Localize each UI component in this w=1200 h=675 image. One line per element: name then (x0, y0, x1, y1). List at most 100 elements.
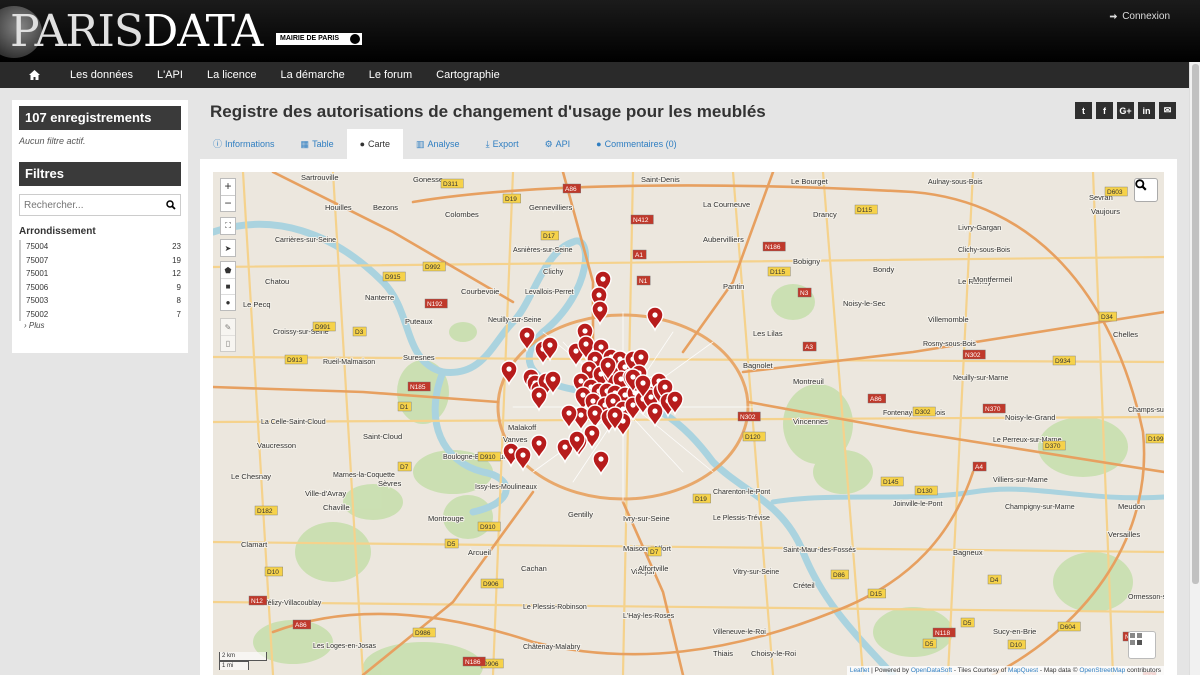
leaflet-link[interactable]: Leaflet (850, 667, 870, 674)
map-road-labels: D311 A86 N412 D17 D19 D115 A1 N186 D915 D992 N1 D11… (248, 178, 1164, 675)
map-marker-pin[interactable] (646, 402, 664, 428)
tab-commentaires[interactable]: ● Commentaires (0) (583, 129, 689, 159)
search-icon[interactable] (166, 200, 176, 210)
map-place-label: Créteil (793, 581, 815, 590)
fullscreen-control: ⛶ (220, 217, 236, 235)
svg-text:N192: N192 (427, 301, 443, 308)
svg-text:N302: N302 (965, 352, 981, 359)
map-view[interactable]: Sartrouville Saint-Denis Le Bourget Aulnay-… (213, 172, 1164, 675)
nav-item-api[interactable]: L'API (155, 69, 205, 81)
map-place-label: Nanterre (365, 293, 394, 302)
svg-text:D913: D913 (287, 357, 303, 364)
map-place-label: Villeneuve-le-Roi (713, 629, 766, 636)
nav-item-donnees[interactable]: Les données (68, 69, 155, 81)
edit-icon[interactable]: ✎ (221, 319, 235, 335)
tab-analyse[interactable]: ▥ Analyse (403, 129, 473, 159)
draw-polygon-icon[interactable]: ⬟ (221, 262, 235, 278)
linkedin-icon[interactable]: in (1138, 102, 1155, 119)
facet-more-link[interactable]: › Plus (24, 321, 181, 330)
trash-icon[interactable]: ▯ (221, 335, 235, 351)
zoom-out-button[interactable]: − (221, 195, 235, 211)
map-marker-pin[interactable] (530, 386, 548, 412)
tab-label: Analyse (427, 139, 460, 149)
mairie-de-paris-logo[interactable]: MAIRIE DE PARIS (276, 33, 362, 45)
map-marker-pin[interactable] (560, 404, 578, 430)
facet-item[interactable]: 75001 12 (26, 267, 181, 281)
road-shield: N3 (797, 287, 812, 298)
tab-label: Export (492, 139, 519, 149)
map-place-label: Clichy (543, 267, 564, 276)
zoom-in-button[interactable]: + (221, 179, 235, 195)
tab-api[interactable]: ⚙ API (532, 129, 584, 159)
map-place-label: Noisy-le-Grand (1005, 413, 1055, 422)
nav-item-demarche[interactable]: La démarche (279, 69, 367, 81)
logo-paris-text: PARIS (10, 6, 144, 57)
svg-text:D15: D15 (870, 591, 882, 598)
tab-table[interactable]: ▦ Table (288, 129, 347, 159)
road-shield: D199 (1145, 433, 1164, 444)
facet-item[interactable]: 75006 9 (26, 281, 181, 295)
scrollbar-thumb[interactable] (1192, 64, 1199, 584)
map-search-button[interactable] (1134, 178, 1158, 202)
facet-item[interactable]: 75003 8 (26, 294, 181, 308)
draw-toolbar: ⬟ ■ ● (220, 261, 236, 311)
road-shield: D910 (477, 521, 501, 532)
road-shield: D603 (1104, 186, 1128, 197)
facet-count: 8 (176, 296, 181, 305)
email-icon[interactable]: ✉ (1159, 102, 1176, 119)
map-marker-pin[interactable] (530, 434, 548, 460)
zoom-control: + − (220, 178, 236, 212)
connexion-link[interactable]: Connexion (1109, 11, 1170, 22)
tab-carte[interactable]: ● Carte (346, 129, 404, 159)
nav-item-forum[interactable]: Le forum (367, 69, 434, 81)
tab-label: Informations (225, 139, 275, 149)
road-shield: D10 (264, 566, 283, 577)
draw-circle-icon[interactable]: ● (221, 294, 235, 310)
nav-item-cartographie[interactable]: Cartographie (434, 69, 522, 81)
nav-item-licence[interactable]: La licence (205, 69, 279, 81)
road-shield: N302 (737, 411, 761, 422)
road-shield: D992 (422, 261, 446, 272)
map-place-label: Saint-Maur-des-Fossés (783, 547, 856, 554)
facet-item[interactable]: 75002 7 (26, 308, 181, 322)
tab-informations[interactable]: ⓘ Informations (200, 129, 288, 159)
map-marker-pin[interactable] (591, 300, 609, 326)
map-place-label: Charenton-le-Pont (713, 489, 770, 496)
opendatasoft-link[interactable]: OpenDataSoft (911, 667, 952, 674)
twitter-icon[interactable]: t (1075, 102, 1092, 119)
facebook-icon[interactable]: f (1096, 102, 1113, 119)
layers-control[interactable] (1128, 631, 1156, 659)
search-icon (1135, 179, 1147, 191)
svg-text:D182: D182 (257, 508, 273, 515)
paris-data-logo[interactable]: PARIS DATA (0, 6, 263, 58)
mapquest-link[interactable]: MapQuest (1008, 667, 1038, 674)
map-place-label: Livry-Gargan (958, 223, 1001, 232)
map-marker-pin[interactable] (592, 450, 610, 476)
page-scrollbar[interactable] (1189, 62, 1200, 675)
road-shield: D115 (854, 204, 878, 215)
tab-export[interactable]: ⤓ Export (473, 129, 532, 159)
google-plus-icon[interactable]: G+ (1117, 102, 1134, 119)
svg-text:D1: D1 (400, 404, 409, 411)
site-header: PARIS DATA MAIRIE DE PARIS Connexion (0, 0, 1200, 62)
nav-home[interactable] (0, 70, 68, 80)
draw-rectangle-icon[interactable]: ■ (221, 278, 235, 294)
map-place-label: Arcueil (468, 548, 491, 557)
map-place-label: Levallois-Perret (525, 289, 574, 296)
locate-arrow-icon[interactable]: ➤ (221, 240, 235, 256)
road-shield: D934 (1052, 355, 1076, 366)
svg-text:D199: D199 (1148, 436, 1164, 443)
map-place-label: Ormesson-sur-Marne (1128, 594, 1164, 601)
road-shield: N370 (982, 403, 1006, 414)
osm-link[interactable]: OpenStreetMap (1079, 667, 1125, 674)
svg-text:A4: A4 (975, 464, 983, 471)
svg-text:D992: D992 (425, 264, 441, 271)
facet-item[interactable]: 75007 19 (26, 254, 181, 268)
road-shield: D145 (880, 476, 904, 487)
map-tiles[interactable]: Sartrouville Saint-Denis Le Bourget Aulnay-… (213, 172, 1164, 675)
svg-text:D34: D34 (1101, 314, 1113, 321)
filter-search-input[interactable] (24, 199, 154, 211)
map-marker-pin[interactable] (646, 306, 664, 332)
fullscreen-icon[interactable]: ⛶ (221, 218, 235, 234)
facet-item[interactable]: 75004 23 (26, 240, 181, 254)
